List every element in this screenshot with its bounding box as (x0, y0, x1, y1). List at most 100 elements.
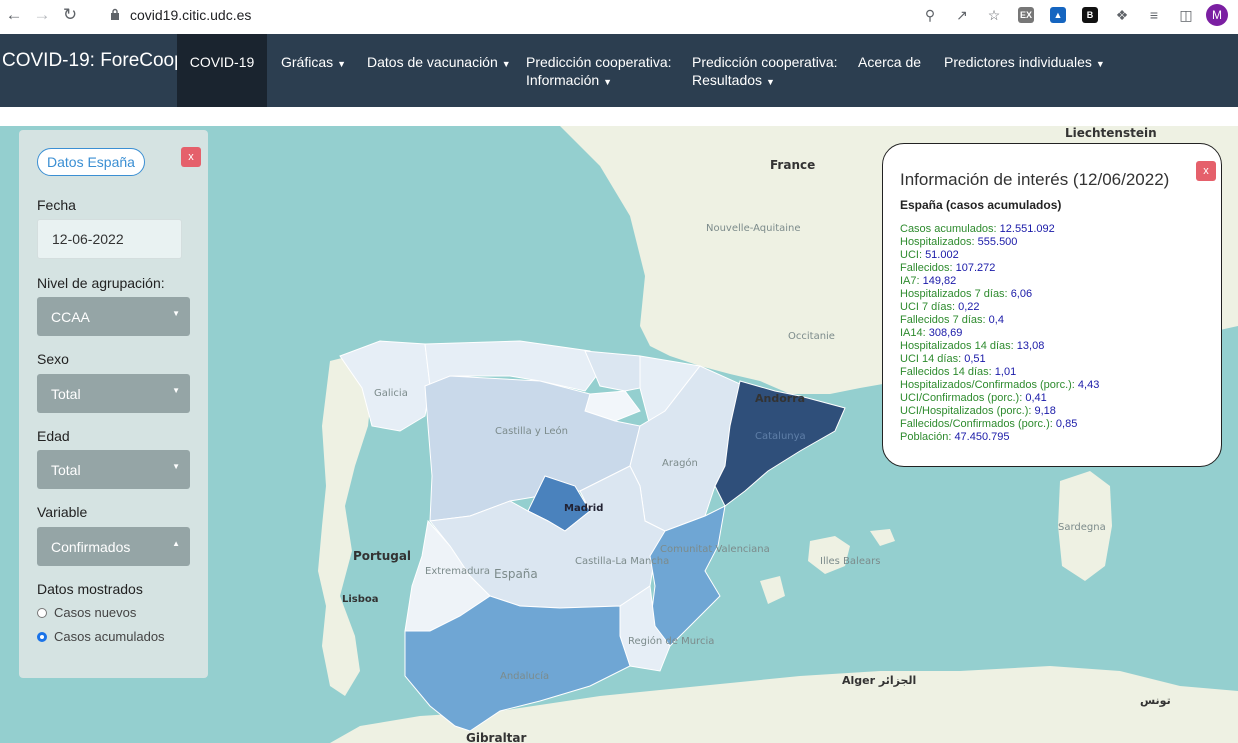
info-row-value: 51.002 (925, 249, 959, 261)
info-row-label: Hospitalizados/Confirmados (porc.): (900, 379, 1075, 391)
label-lisboa: Lisboa (342, 594, 379, 605)
label-madrid: Madrid (564, 503, 604, 514)
nav-predictores[interactable]: Predictores individuales ▼ (944, 34, 1105, 107)
nav-prediccion-resultados[interactable]: Predicción cooperativa: Resultados ▼ (692, 34, 838, 107)
variable-select[interactable]: Confirmados ▲ (37, 527, 190, 566)
info-row-label: UCI 7 días: (900, 301, 956, 313)
caret-up-icon: ▲ (172, 539, 180, 548)
land-menorca (870, 529, 895, 546)
extension-b-icon[interactable]: B (1078, 3, 1102, 27)
caret-down-icon: ▼ (172, 386, 180, 395)
fecha-label: Fecha (37, 197, 76, 213)
reading-list-icon[interactable]: ≡ (1142, 3, 1166, 27)
agrupacion-select[interactable]: CCAA ▼ (37, 297, 190, 336)
info-popup: Información de interés (12/06/2022) x Es… (882, 143, 1222, 467)
info-row: Hospitalizados 14 días: 13,08 (900, 340, 1099, 353)
label-liechtenstein: Liechtenstein (1065, 126, 1157, 140)
nav-label: Resultados (692, 72, 763, 88)
forward-icon[interactable]: → (28, 3, 56, 27)
info-row: IA14: 308,69 (900, 327, 1099, 340)
radio-label: Casos acumulados (54, 629, 165, 644)
avatar[interactable]: M (1206, 4, 1228, 26)
info-row: IA7: 149,82 (900, 275, 1099, 288)
datos-mostrados-label: Datos mostrados (37, 581, 143, 597)
caret-down-icon: ▼ (603, 77, 613, 87)
info-row: UCI: 51.002 (900, 249, 1099, 262)
variable-label: Variable (37, 504, 88, 520)
info-row-value: 0,41 (1025, 392, 1047, 404)
info-title: Información de interés (12/06/2022) (900, 170, 1170, 189)
info-row-label: Población: (900, 431, 952, 443)
address-bar[interactable]: covid19.citic.udc.es (110, 7, 251, 23)
extension-cap-icon[interactable]: ▲ (1046, 3, 1070, 27)
info-row: Fallecidos 7 días: 0,4 (900, 314, 1099, 327)
label-murcia: Región de Murcia (628, 636, 715, 647)
info-close-button[interactable]: x (1196, 161, 1216, 181)
label-valenciana: Comunitat Valenciana (660, 544, 770, 555)
info-row-value: 12.551.092 (999, 223, 1055, 235)
browser-toolbar: ← → ↻ covid19.citic.udc.es ⚲ ↗ ☆ EX ▲ B … (0, 0, 1238, 30)
info-row-value: 149,82 (922, 275, 957, 287)
nav-label: Predicción cooperativa: (692, 54, 838, 70)
filter-panel: Datos España x Fecha 12-06-2022 Nivel de… (19, 130, 208, 678)
label-occitanie: Occitanie (788, 331, 835, 342)
info-row-value: 555.500 (977, 236, 1018, 248)
brand[interactable]: COVID-19: ForeCoop (2, 50, 185, 72)
nav-acerca[interactable]: Acerca de (858, 34, 921, 107)
info-subtitle: España (casos acumulados) (900, 198, 1062, 212)
info-row-label: Fallecidos/Confirmados (porc.): (900, 418, 1053, 430)
info-row-label: Fallecidos: (900, 262, 953, 274)
label-france: France (770, 158, 816, 172)
nav-label: Gráficas (281, 54, 334, 70)
url-text: covid19.citic.udc.es (130, 7, 252, 23)
sexo-select[interactable]: Total ▼ (37, 374, 190, 413)
label-tunis: تونس (1140, 694, 1171, 707)
nav-vacunacion[interactable]: Datos de vacunación ▼ (367, 34, 511, 107)
sexo-label: Sexo (37, 351, 69, 367)
info-row-value: 0,85 (1055, 418, 1078, 430)
nav-covid19[interactable]: COVID-19 (177, 34, 267, 107)
info-row-label: Fallecidos 14 días: (900, 366, 992, 378)
edad-select[interactable]: Total ▼ (37, 450, 190, 489)
bookmark-star-icon[interactable]: ☆ (982, 3, 1006, 27)
nav-label: Predictores individuales (944, 54, 1092, 70)
sidepanel-icon[interactable]: ◫ (1174, 3, 1198, 27)
label-aquitaine: Nouvelle-Aquitaine (706, 223, 801, 234)
nav-label: Información (526, 72, 600, 88)
reload-icon[interactable]: ↻ (56, 3, 84, 27)
info-row: Fallecidos: 107.272 (900, 262, 1099, 275)
share-icon[interactable]: ↗ (950, 3, 974, 27)
label-catalunya: Catalunya (755, 431, 806, 442)
caret-down-icon: ▼ (1095, 59, 1105, 69)
label-gibraltar: Gibraltar (466, 731, 527, 743)
label-andorra: Andorra (755, 392, 806, 405)
nav-graficas[interactable]: Gráficas ▼ (281, 34, 346, 107)
info-row: UCI/Hospitalizados (porc.): 9,18 (900, 405, 1099, 418)
label-portugal: Portugal (353, 549, 412, 563)
info-row-label: Casos acumulados: (900, 223, 997, 235)
panel-close-button[interactable]: x (181, 147, 201, 167)
nav-prediccion-informacion[interactable]: Predicción cooperativa: Información ▼ (526, 34, 672, 107)
datos-espana-button[interactable]: Datos España (37, 148, 145, 176)
extension-ex-icon[interactable]: EX (1014, 3, 1038, 27)
info-row-value: 1,01 (994, 366, 1017, 378)
back-icon[interactable]: ← (0, 3, 28, 27)
info-row: Hospitalizados: 555.500 (900, 236, 1099, 249)
edad-label: Edad (37, 428, 70, 444)
zoom-icon[interactable]: ⚲ (918, 3, 942, 27)
label-baleares: Illes Balears (820, 556, 881, 567)
info-row-value: 13,08 (1016, 340, 1045, 352)
info-row: Fallecidos/Confirmados (porc.): 0,85 (900, 418, 1099, 431)
radio-casos-acumulados[interactable]: Casos acumulados (37, 629, 165, 644)
info-row: Hospitalizados/Confirmados (porc.): 4,43 (900, 379, 1099, 392)
edad-value: Total (51, 461, 81, 478)
extensions-puzzle-icon[interactable]: ❖ (1110, 3, 1134, 27)
agrupacion-value: CCAA (51, 308, 90, 325)
land-mallorca (808, 536, 850, 574)
fecha-input[interactable]: 12-06-2022 (37, 219, 182, 259)
info-row-value: 107.272 (955, 262, 996, 274)
radio-casos-nuevos[interactable]: Casos nuevos (37, 605, 136, 620)
label-alger: Alger الجزائر (842, 674, 917, 687)
info-row-value: 308,69 (928, 327, 963, 339)
info-row-label: IA14: (900, 327, 926, 339)
